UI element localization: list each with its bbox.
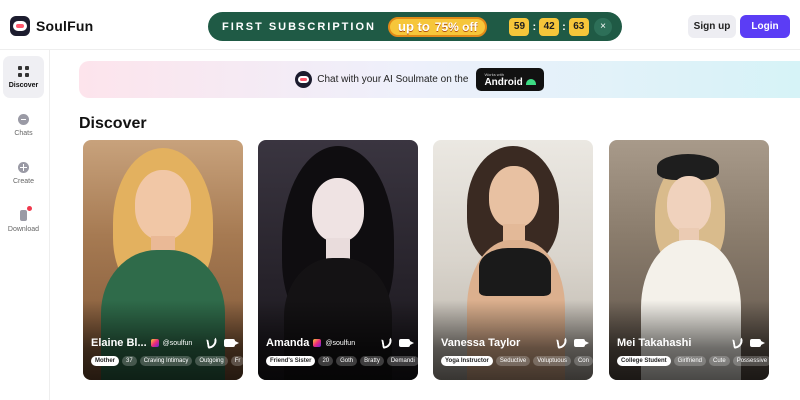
login-button[interactable]: Login	[740, 15, 790, 38]
tag: Con	[573, 356, 593, 366]
character-card[interactable]: Amanda @soulfun Friend's Sister 20 Goth …	[258, 140, 418, 380]
subscription-promo-banner[interactable]: FIRST SUBSCRIPTION up to 75% off 59 : 42…	[208, 12, 622, 41]
sidebar-item-label: Create	[12, 177, 34, 185]
android-badge-button[interactable]: Works with Android	[476, 68, 544, 91]
chat-icon	[18, 113, 29, 125]
promo-first-subscription: FIRST SUBSCRIPTION	[222, 20, 376, 33]
tag: Craving Intimacy	[139, 356, 193, 366]
sidebar: Discover Chats Create Download	[0, 50, 50, 400]
character-card[interactable]: Vanessa Taylor Yoga Instructor Seductive…	[433, 140, 593, 380]
countdown-separator: :	[562, 20, 566, 33]
tag: Voluptuous	[533, 356, 571, 366]
character-tags: Friend's Sister 20 Goth Bratty Demandi	[266, 356, 418, 366]
plus-icon	[18, 161, 29, 173]
countdown-separator: :	[532, 20, 537, 33]
character-tags: College Student Girlfriend Cute Possessi…	[617, 356, 769, 366]
top-bar: SoulFun FIRST SUBSCRIPTION up to 75% off…	[0, 0, 800, 50]
phone-icon	[20, 205, 32, 221]
phone-call-icon[interactable]	[556, 337, 568, 349]
tag: Fr	[230, 356, 243, 366]
tag: Demandi	[386, 356, 418, 366]
phone-call-icon[interactable]	[206, 337, 218, 349]
tag: Goth	[336, 356, 358, 366]
tag: Seductive	[495, 356, 531, 366]
tag: Yoga Instructor	[441, 356, 493, 366]
character-name: Amanda	[266, 337, 310, 349]
notification-dot	[27, 205, 32, 211]
countdown-seconds: 63	[568, 17, 589, 36]
character-name: Vanessa Taylor	[441, 337, 521, 349]
sidebar-item-label: Chats	[14, 129, 33, 137]
promo-discount-pill: up to 75% off	[388, 16, 488, 37]
brand-logo[interactable]: SoulFun	[10, 16, 93, 36]
video-call-icon[interactable]	[399, 339, 414, 347]
logo-icon	[10, 16, 30, 36]
character-tags: Yoga Instructor Seductive Voluptuous Con	[441, 356, 593, 366]
tag: Cute	[709, 356, 730, 366]
phone-call-icon[interactable]	[381, 337, 393, 349]
tag: 20	[318, 356, 334, 366]
tag: Mother	[91, 356, 119, 366]
character-card[interactable]: Elaine Bl... @soulfun Mother 37 Craving …	[83, 140, 243, 380]
character-handle: @soulfun	[162, 339, 193, 347]
brand-name: SoulFun	[36, 18, 94, 34]
tag: Possessive	[732, 356, 769, 366]
video-call-icon[interactable]	[750, 339, 765, 347]
signup-button[interactable]: Sign up	[688, 15, 736, 38]
promo-up-to: up to	[398, 19, 430, 34]
instagram-icon	[313, 339, 322, 347]
page-title: Discover	[79, 115, 147, 132]
sidebar-item-discover[interactable]: Discover	[3, 56, 44, 98]
character-handle: @soulfun	[325, 339, 356, 347]
instagram-icon	[150, 339, 159, 347]
tag: Outgoing	[195, 356, 228, 366]
tag: College Student	[617, 356, 671, 366]
soulfun-logo-icon	[295, 71, 313, 88]
sidebar-item-label: Download	[7, 225, 40, 233]
app-download-banner[interactable]: Chat with your AI Soulmate on the Works …	[79, 61, 800, 98]
tag: 37	[122, 356, 137, 366]
badge-title: Android	[484, 76, 523, 88]
close-icon[interactable]: ×	[594, 17, 612, 36]
character-tags: Mother 37 Craving Intimacy Outgoing Fr	[91, 356, 243, 366]
tag: Bratty	[360, 356, 384, 366]
countdown-minutes: 42	[539, 17, 560, 36]
video-call-icon[interactable]	[224, 339, 239, 347]
character-name: Mei Takahashi	[617, 337, 692, 349]
character-name: Elaine Bl...	[91, 337, 147, 349]
promo-discount: 75% off	[434, 19, 478, 34]
banner-text: Chat with your AI Soulmate on the	[317, 74, 469, 85]
phone-call-icon[interactable]	[732, 337, 744, 349]
video-call-icon[interactable]	[574, 339, 589, 347]
countdown-timer: 59 : 42 : 63	[509, 17, 589, 36]
android-icon	[525, 79, 536, 85]
countdown-hours: 59	[509, 17, 530, 36]
grid-icon	[18, 65, 29, 77]
tag: Friend's Sister	[266, 356, 316, 366]
character-card[interactable]: Mei Takahashi College Student Girlfriend…	[609, 140, 769, 380]
sidebar-item-chats[interactable]: Chats	[3, 104, 44, 146]
tag: Girlfriend	[673, 356, 707, 366]
sidebar-item-create[interactable]: Create	[3, 152, 44, 194]
sidebar-item-download[interactable]: Download	[3, 200, 44, 242]
sidebar-item-label: Discover	[8, 81, 39, 89]
